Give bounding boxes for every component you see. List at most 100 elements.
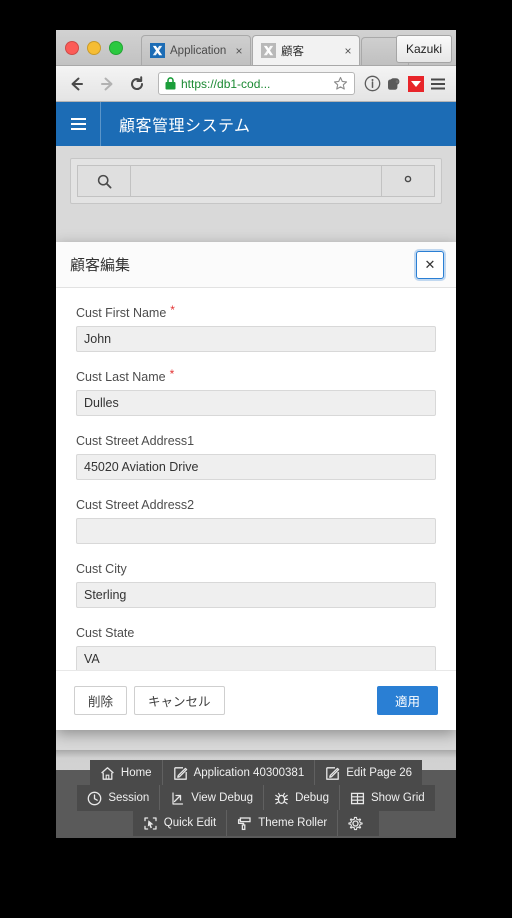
browser-profile-button[interactable]: Kazuki bbox=[395, 35, 452, 63]
bookmark-star-icon[interactable] bbox=[333, 76, 348, 91]
browser-tab-application[interactable]: Application × bbox=[141, 35, 251, 65]
maximize-window-button[interactable] bbox=[109, 41, 123, 55]
field-cust-street-address2: Cust Street Address2 bbox=[76, 498, 436, 544]
devbar-quick-edit[interactable]: Quick Edit bbox=[133, 810, 228, 836]
tab-title: Application bbox=[170, 44, 227, 57]
devbar-label: Edit Page 26 bbox=[346, 767, 413, 779]
application-header: 顧客管理システム bbox=[56, 102, 456, 146]
close-window-button[interactable] bbox=[65, 41, 79, 55]
evernote-icon[interactable] bbox=[383, 71, 405, 97]
profile-label: Kazuki bbox=[405, 42, 442, 56]
field-cust-first-name: Cust First Name * bbox=[76, 303, 436, 352]
devbar-label: Theme Roller bbox=[258, 817, 328, 829]
pocket-icon[interactable] bbox=[405, 71, 427, 97]
search-bar[interactable] bbox=[77, 165, 435, 197]
grid-icon bbox=[350, 792, 365, 804]
modal-title: 顧客編集 bbox=[70, 257, 131, 274]
browser-tab-strip: Application × 顧客 × Kazuki bbox=[56, 30, 456, 66]
tab-close-icon[interactable]: × bbox=[341, 45, 355, 57]
field-label-text: Cust City bbox=[76, 562, 127, 576]
apex-logo-icon bbox=[261, 43, 276, 58]
background-search-region bbox=[56, 146, 456, 204]
devbar-edit-page[interactable]: Edit Page 26 bbox=[315, 760, 422, 786]
field-label: Cust First Name * bbox=[76, 303, 436, 320]
devbar-row-1: Home Application 40300381 Edit Page 26 bbox=[56, 760, 456, 786]
devbar-row-3: Quick Edit Theme Roller bbox=[56, 810, 456, 836]
cust-street-address2-input[interactable] bbox=[76, 518, 436, 544]
field-cust-state: Cust State bbox=[76, 626, 436, 670]
forward-button-icon[interactable] bbox=[94, 71, 120, 97]
search-input[interactable] bbox=[131, 166, 381, 196]
hamburger-icon[interactable] bbox=[56, 118, 100, 130]
field-label-text: Cust Last Name bbox=[76, 370, 166, 384]
actions-icon[interactable] bbox=[381, 166, 434, 196]
required-marker: * bbox=[169, 367, 175, 381]
devbar-label: Application 40300381 bbox=[193, 767, 305, 779]
apex-logo-icon bbox=[150, 43, 165, 58]
devbar-home[interactable]: Home bbox=[90, 760, 163, 786]
field-label-text: Cust Street Address2 bbox=[76, 498, 195, 512]
devbar-label: Home bbox=[120, 767, 152, 779]
cust-state-input[interactable] bbox=[76, 646, 436, 670]
field-cust-street-address1: Cust Street Address1 bbox=[76, 434, 436, 480]
field-cust-last-name: Cust Last Name * bbox=[76, 367, 436, 416]
apply-button[interactable]: 適用 bbox=[376, 686, 438, 715]
cancel-button[interactable]: キャンセル bbox=[134, 686, 225, 715]
required-marker: * bbox=[170, 303, 175, 317]
developer-toolbar: Home Application 40300381 Edit Page 26 S… bbox=[56, 760, 456, 838]
page-title: 顧客管理システム bbox=[119, 118, 251, 135]
arrow-out-icon bbox=[172, 791, 184, 805]
field-label: Cust Last Name * bbox=[76, 367, 436, 384]
devbar-label: Session bbox=[108, 792, 150, 804]
reload-button-icon[interactable] bbox=[124, 71, 150, 97]
window-controls bbox=[65, 41, 123, 55]
info-icon[interactable] bbox=[361, 71, 383, 97]
search-card bbox=[70, 158, 442, 204]
minimize-window-button[interactable] bbox=[87, 41, 101, 55]
devbar-session[interactable]: Session bbox=[77, 785, 161, 811]
back-button-icon[interactable] bbox=[64, 71, 90, 97]
field-label: Cust City bbox=[76, 562, 436, 576]
browser-navigation-bar: https://db1-cod... bbox=[56, 66, 456, 102]
search-icon[interactable] bbox=[78, 166, 131, 196]
devbar-application[interactable]: Application 40300381 bbox=[163, 760, 316, 786]
url-text: https://db1-cod... bbox=[181, 76, 271, 91]
devbar-debug[interactable]: Debug bbox=[264, 785, 340, 811]
cust-street-address1-input[interactable] bbox=[76, 454, 436, 480]
cursor-select-icon bbox=[144, 816, 157, 830]
lock-icon bbox=[165, 77, 176, 90]
devbar-theme-roller[interactable]: Theme Roller bbox=[227, 810, 339, 836]
tab-title: 顧客 bbox=[281, 45, 304, 58]
devbar-row-2: Session View Debug Debug Show Grid bbox=[56, 785, 456, 811]
address-bar[interactable]: https://db1-cod... bbox=[158, 72, 355, 95]
devbar-settings[interactable] bbox=[338, 810, 379, 836]
screenshot-root: Application × 顧客 × Kazuki https://db1-co… bbox=[0, 0, 512, 918]
devbar-view-debug[interactable]: View Debug bbox=[160, 785, 265, 811]
devbar-show-grid[interactable]: Show Grid bbox=[340, 785, 435, 811]
cust-first-name-input[interactable] bbox=[76, 326, 436, 352]
field-label-text: Cust First Name bbox=[76, 306, 167, 320]
home-icon bbox=[101, 766, 114, 780]
bug-icon bbox=[275, 792, 289, 804]
browser-window: Application × 顧客 × Kazuki https://db1-co… bbox=[56, 30, 456, 838]
devbar-label: Quick Edit bbox=[163, 817, 217, 829]
field-cust-city: Cust City bbox=[76, 562, 436, 608]
delete-button[interactable]: 削除 bbox=[74, 686, 128, 715]
edit-square-icon bbox=[326, 766, 340, 780]
close-icon[interactable]: ✕ bbox=[416, 251, 444, 279]
devbar-label: View Debug bbox=[191, 792, 254, 804]
page-viewport: 顧客管理システム 顧客編集 ✕ Cust First Name * John C… bbox=[56, 102, 456, 838]
browser-tab-customer[interactable]: 顧客 × bbox=[252, 35, 360, 65]
gear-icon bbox=[348, 816, 363, 830]
cust-last-name-input[interactable] bbox=[76, 390, 436, 416]
modal-header: 顧客編集 ✕ bbox=[56, 242, 456, 288]
tab-close-icon[interactable]: × bbox=[232, 45, 246, 57]
field-label-text: Cust State bbox=[76, 626, 135, 640]
modal-body: Cust First Name* Cust Last Name* Cust St… bbox=[56, 288, 456, 670]
edit-square-icon bbox=[173, 766, 187, 780]
cust-city-input[interactable] bbox=[76, 582, 436, 608]
field-label-text: Cust Street Address1 bbox=[76, 434, 195, 448]
chrome-menu-icon[interactable] bbox=[427, 71, 449, 97]
field-label: Cust Street Address1 bbox=[76, 434, 436, 448]
header-divider bbox=[100, 102, 101, 146]
